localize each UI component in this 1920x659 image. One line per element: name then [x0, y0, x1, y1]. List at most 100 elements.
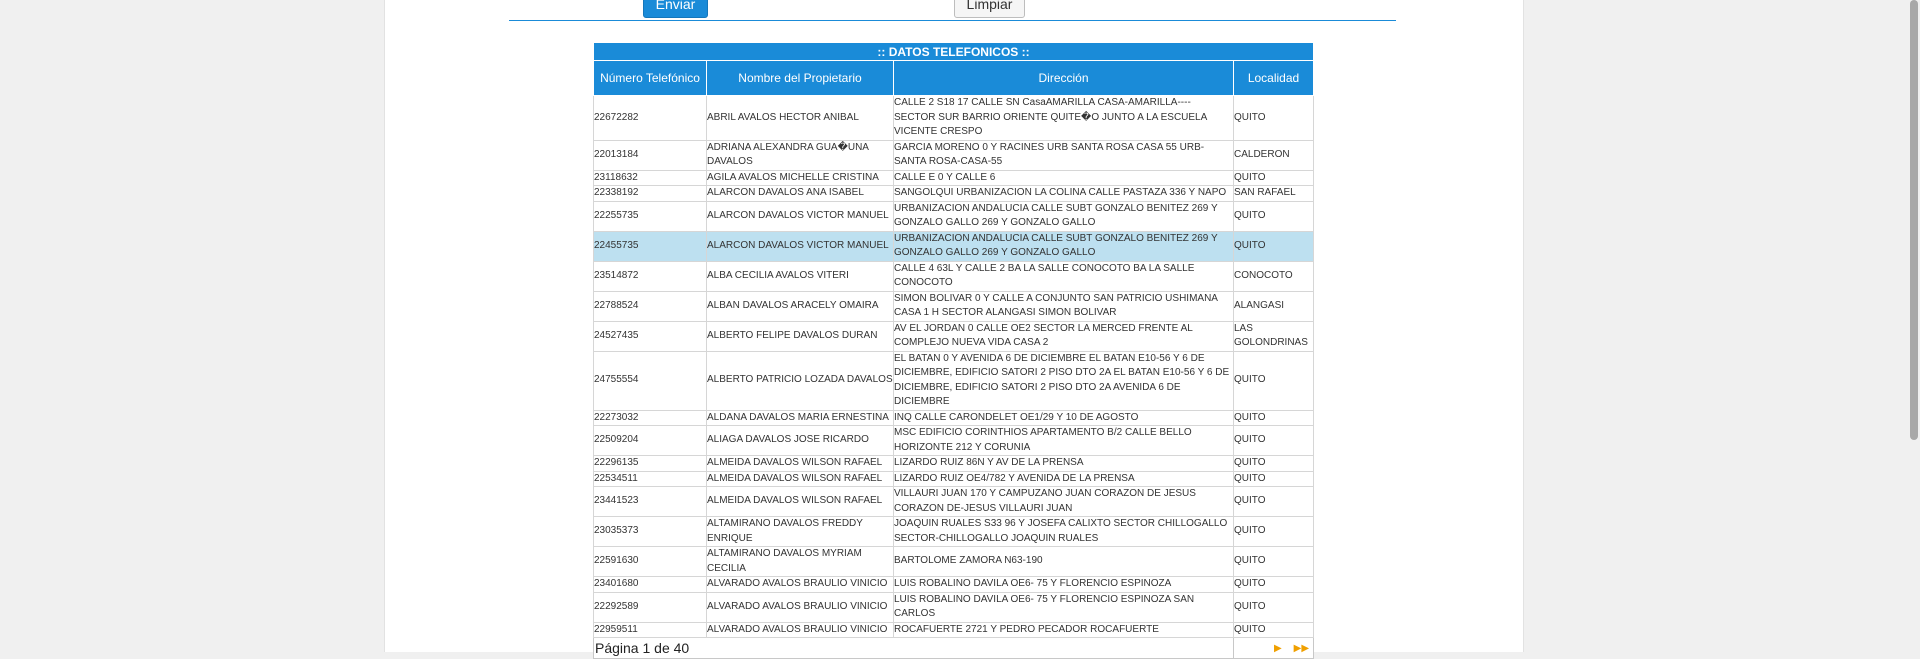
table-row[interactable]: 22534511 ALMEIDA DAVALOS WILSON RAFAEL LIZ…	[593, 470, 1315, 487]
cell-owner-name: ALVARADO AVALOS BRAULIO VINICIO	[706, 591, 894, 623]
cell-locality: QUITO	[1232, 169, 1315, 186]
cell-locality: ALANGASI	[1232, 290, 1315, 322]
cell-phone-number: 24755554	[593, 350, 707, 411]
cell-phone-number: 22591630	[593, 546, 707, 577]
cell-phone-number: 22255735	[593, 200, 707, 232]
cell-owner-name: ALBERTO FELIPE DAVALOS DURAN	[706, 320, 894, 352]
cell-owner-name: ALVARADO AVALOS BRAULIO VINICIO	[706, 621, 894, 638]
cell-address: LUIS ROBALINO DAVILA OE6- 75 Y FLORENCIO…	[893, 576, 1234, 593]
cell-phone-number: 22788524	[593, 290, 707, 322]
last-arrow-icon[interactable]: ▶▶	[1294, 643, 1309, 654]
cell-owner-name: ABRIL AVALOS HECTOR ANIBAL	[706, 95, 894, 141]
cell-locality: QUITO	[1232, 230, 1315, 262]
table-row[interactable]: 22509204 ALIAGA DAVALOS JOSE RICARDO MSC E…	[593, 425, 1315, 456]
cell-phone-number: 22672282	[593, 95, 707, 141]
cell-owner-name: ALARCON DAVALOS VICTOR MANUEL	[706, 200, 894, 232]
table-row[interactable]: 22591630 ALTAMIRANO DAVALOS MYRIAM CECILI…	[593, 546, 1315, 577]
scrollbar-thumb[interactable]	[1910, 0, 1918, 440]
cell-address: SANGOLQUI URBANIZACION LA COLINA CALLE P…	[893, 185, 1234, 202]
cell-phone-number: 22296135	[593, 455, 707, 472]
cell-phone-number: 23514872	[593, 260, 707, 292]
pager-row: Página 1 de 40 ▶ ▶▶	[593, 637, 1315, 659]
cell-locality: QUITO	[1232, 576, 1315, 593]
page-scrollbar[interactable]	[1906, 0, 1920, 652]
cell-owner-name: ALVARADO AVALOS BRAULIO VINICIO	[706, 576, 894, 593]
pager-nav: ▶ ▶▶	[1232, 637, 1315, 659]
table-row[interactable]: 22273032 ALDANA DAVALOS MARIA ERNESTINA IN…	[593, 409, 1315, 426]
cell-owner-name: ALBA CECILIA AVALOS VITERI	[706, 260, 894, 292]
cell-address: BARTOLOME ZAMORA N63-190	[893, 546, 1234, 577]
cell-address: CALLE 2 S18 17 CALLE SN CasaAMARILLA CAS…	[893, 95, 1234, 141]
cell-owner-name: ALBERTO PATRICIO LOZADA DAVALOS	[706, 350, 894, 411]
cell-phone-number: 23401680	[593, 576, 707, 593]
cell-phone-number: 23035373	[593, 516, 707, 547]
cell-address: MSC EDIFICIO CORINTHIOS APARTAMENTO B/2 …	[893, 425, 1234, 456]
cell-owner-name: ALMEIDA DAVALOS WILSON RAFAEL	[706, 455, 894, 472]
cell-locality: QUITO	[1232, 470, 1315, 487]
cell-address: AV EL JORDAN 0 CALLE OE2 SECTOR LA MERCE…	[893, 320, 1234, 352]
cell-locality: CONOCOTO	[1232, 260, 1315, 292]
cell-owner-name: ALIAGA DAVALOS JOSE RICARDO	[706, 425, 894, 456]
header-address[interactable]: Dirección	[893, 60, 1234, 96]
cell-address: LIZARDO RUIZ OE4/782 Y AVENIDA DE LA PRE…	[893, 470, 1234, 487]
cell-phone-number: 24527435	[593, 320, 707, 352]
table-title: :: DATOS TELEFONICOS ::	[592, 42, 1315, 61]
table-row[interactable]: 22292589 ALVARADO AVALOS BRAULIO VINICIO L…	[593, 591, 1315, 623]
phone-data-table: :: DATOS TELEFONICOS :: Número Telefónic…	[592, 42, 1315, 659]
clear-button[interactable]: Limpiar	[954, 0, 1025, 18]
table-row[interactable]: 22013184 ADRIANA ALEXANDRA GUA�UNA DAVALO…	[593, 139, 1315, 171]
table-title-row: :: DATOS TELEFONICOS ::	[592, 42, 1315, 61]
cell-phone-number: 22509204	[593, 425, 707, 456]
cell-phone-number: 22273032	[593, 409, 707, 426]
table-row[interactable]: 22296135 ALMEIDA DAVALOS WILSON RAFAEL LIZ…	[593, 455, 1315, 472]
next-arrow-icon[interactable]: ▶	[1274, 643, 1282, 654]
cell-address: URBANIZACION ANDALUCIA CALLE SUBT GONZAL…	[893, 230, 1234, 262]
header-phone-number[interactable]: Número Telefónico	[593, 60, 707, 96]
table-row[interactable]: 24755554 ALBERTO PATRICIO LOZADA DAVALOS E…	[593, 350, 1315, 411]
table-row[interactable]: 23441523 ALMEIDA DAVALOS WILSON RAFAEL VIL…	[593, 486, 1315, 517]
table-row[interactable]: 23514872 ALBA CECILIA AVALOS VITERI CALLE …	[593, 260, 1315, 292]
cell-owner-name: ALMEIDA DAVALOS WILSON RAFAEL	[706, 486, 894, 517]
form-divider	[509, 20, 1396, 21]
cell-locality: QUITO	[1232, 200, 1315, 232]
cell-phone-number: 22534511	[593, 470, 707, 487]
table-row[interactable]: 23401680 ALVARADO AVALOS BRAULIO VINICIO L…	[593, 576, 1315, 593]
table-row[interactable]: 23035373 ALTAMIRANO DAVALOS FREDDY ENRIQU…	[593, 516, 1315, 547]
cell-phone-number: 22013184	[593, 139, 707, 171]
cell-owner-name: ALTAMIRANO DAVALOS MYRIAM CECILIA	[706, 546, 894, 577]
cell-locality: QUITO	[1232, 621, 1315, 638]
cell-address: EL BATAN 0 Y AVENIDA 6 DE DICIEMBRE EL B…	[893, 350, 1234, 411]
table-row[interactable]: 22672282 ABRIL AVALOS HECTOR ANIBAL CALLE …	[593, 95, 1315, 141]
table-row[interactable]: 22959511 ALVARADO AVALOS BRAULIO VINICIO R…	[593, 621, 1315, 638]
cell-owner-name: ALTAMIRANO DAVALOS FREDDY ENRIQUE	[706, 516, 894, 547]
cell-phone-number: 23118632	[593, 169, 707, 186]
header-locality[interactable]: Localidad	[1232, 60, 1315, 96]
cell-address: VILLAURI JUAN 170 Y CAMPUZANO JUAN CORAZ…	[893, 486, 1234, 517]
page-indicator: Página 1 de 40	[593, 637, 1234, 659]
table-row[interactable]: 22455735 ALARCON DAVALOS VICTOR MANUEL URB…	[593, 230, 1315, 262]
table-row[interactable]: 23118632 AGILA AVALOS MICHELLE CRISTINA CA…	[593, 169, 1315, 186]
cell-locality: QUITO	[1232, 409, 1315, 426]
cell-locality: QUITO	[1232, 95, 1315, 141]
table-header-row: Número Telefónico Nombre del Propietario…	[593, 60, 1315, 96]
table-row[interactable]: 22255735 ALARCON DAVALOS VICTOR MANUEL URB…	[593, 200, 1315, 232]
cell-address: INQ CALLE CARONDELET OE1/29 Y 10 DE AGOS…	[893, 409, 1234, 426]
submit-button[interactable]: Enviar	[643, 0, 708, 18]
cell-locality: QUITO	[1232, 486, 1315, 517]
cell-owner-name: ALMEIDA DAVALOS WILSON RAFAEL	[706, 470, 894, 487]
table-row[interactable]: 22338192 ALARCON DAVALOS ANA ISABEL SANGOL…	[593, 185, 1315, 202]
cell-address: JOAQUIN RUALES S33 96 Y JOSEFA CALIXTO S…	[893, 516, 1234, 547]
cell-address: CALLE 4 63L Y CALLE 2 BA LA SALLE CONOCO…	[893, 260, 1234, 292]
cell-locality: QUITO	[1232, 546, 1315, 577]
cell-address: URBANIZACION ANDALUCIA CALLE SUBT GONZAL…	[893, 200, 1234, 232]
cell-owner-name: ALARCON DAVALOS ANA ISABEL	[706, 185, 894, 202]
cell-locality: CALDERON	[1232, 139, 1315, 171]
header-owner-name[interactable]: Nombre del Propietario	[706, 60, 894, 96]
cell-locality: QUITO	[1232, 591, 1315, 623]
table-row[interactable]: 24527435 ALBERTO FELIPE DAVALOS DURAN AV E…	[593, 320, 1315, 352]
cell-locality: QUITO	[1232, 455, 1315, 472]
table-row[interactable]: 22788524 ALBAN DAVALOS ARACELY OMAIRA SIMO…	[593, 290, 1315, 322]
cell-phone-number: 22338192	[593, 185, 707, 202]
cell-owner-name: ADRIANA ALEXANDRA GUA�UNA DAVALOS	[706, 139, 894, 171]
cell-owner-name: ALBAN DAVALOS ARACELY OMAIRA	[706, 290, 894, 322]
